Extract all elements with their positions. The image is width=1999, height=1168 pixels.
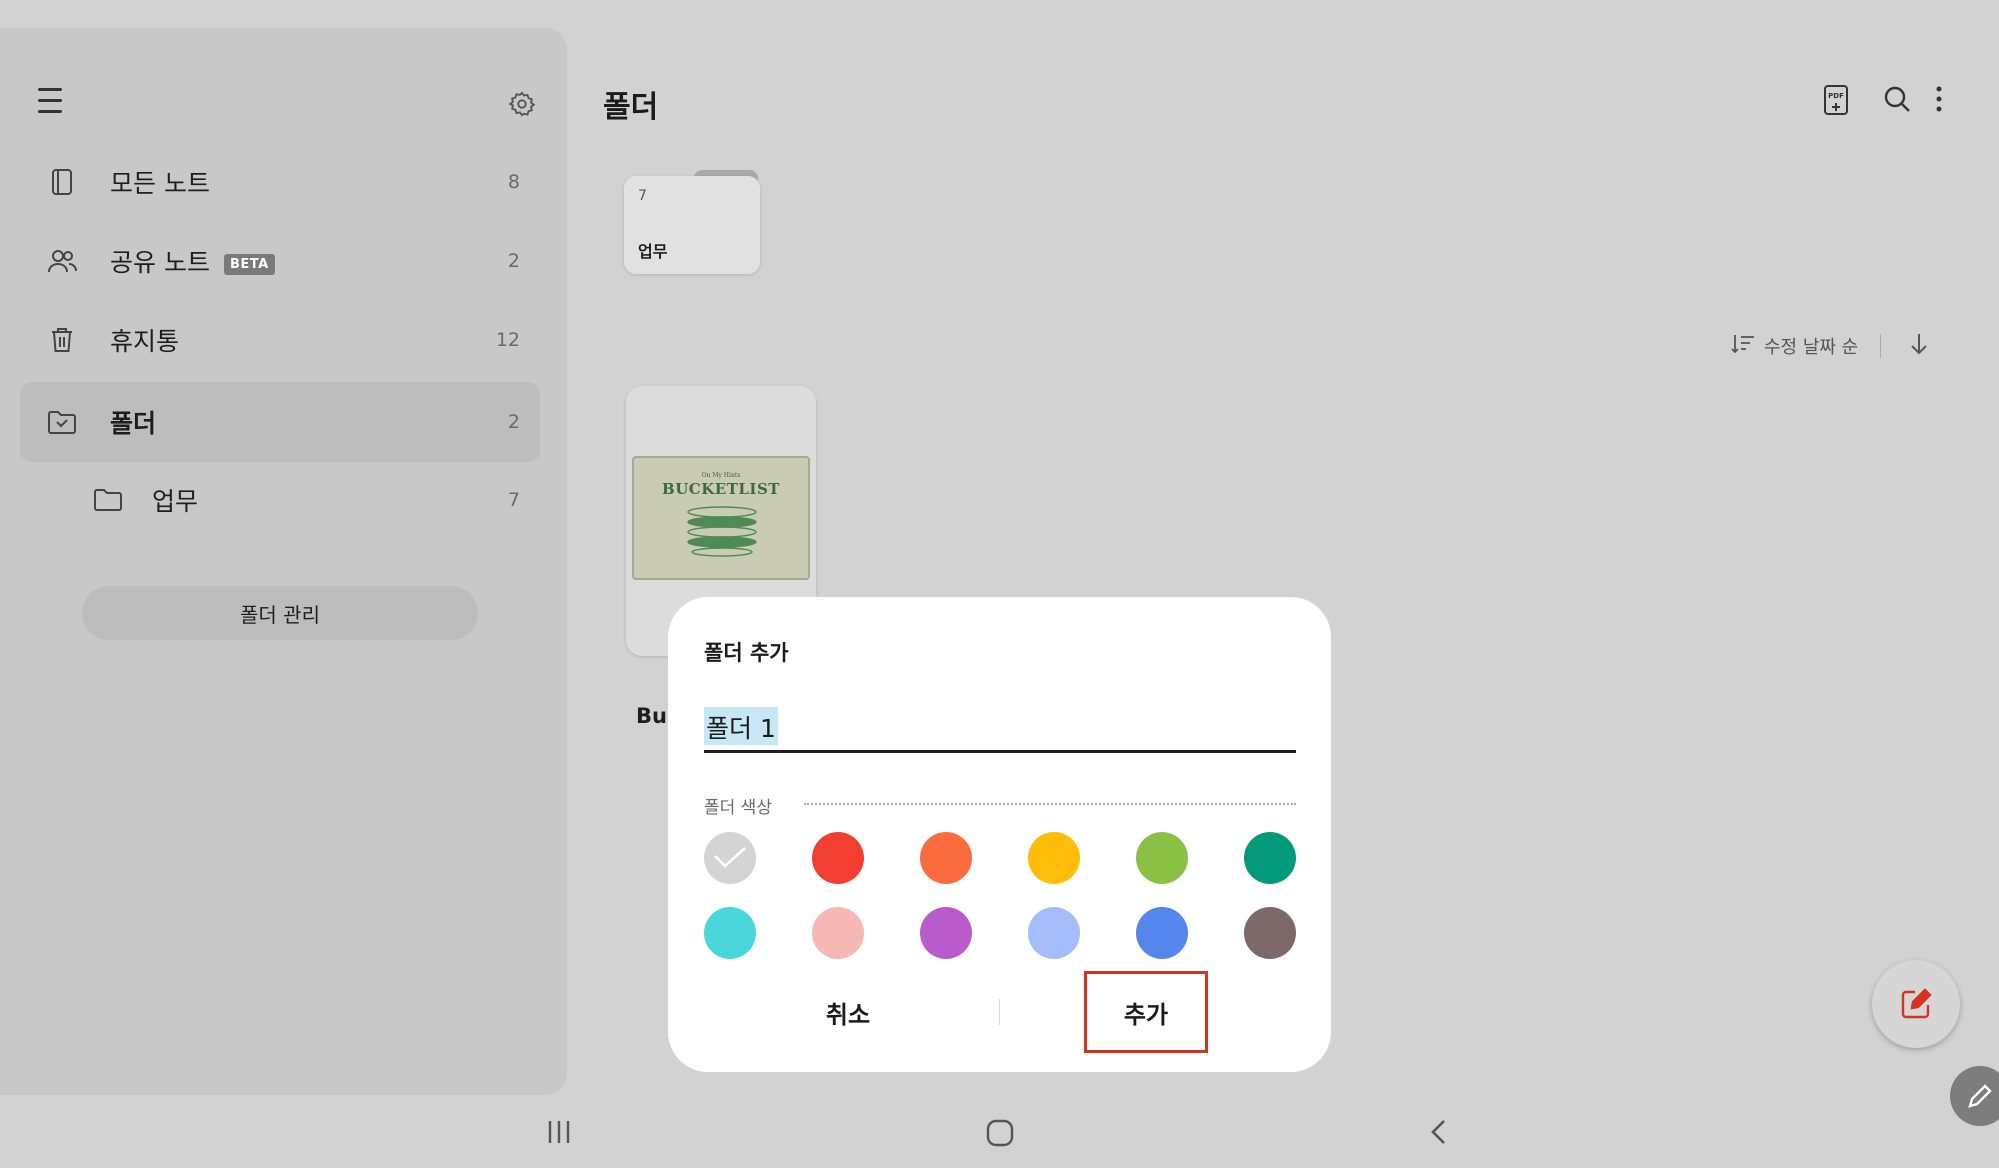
folder-name-value[interactable]: 폴더 1 (704, 707, 778, 745)
color-swatch-cyan[interactable] (704, 907, 756, 959)
folder-color-label: 폴더 색상 (704, 798, 772, 818)
add-folder-dialog: 폴더 추가 폴더 1 폴더 색상 취소 추가 (668, 597, 1331, 1072)
color-swatch-gray[interactable] (704, 832, 756, 884)
folder-name-input[interactable]: 폴더 1 (704, 697, 1296, 753)
sidebar-item-count: 8 (507, 171, 520, 193)
sidebar-item-all-notes[interactable]: 모든 노트 8 (20, 142, 540, 222)
more-options-icon[interactable] (1934, 84, 1954, 118)
svg-text:PDF: PDF (1828, 92, 1844, 100)
back-icon[interactable] (1428, 1118, 1450, 1152)
color-swatch-brown[interactable] (1244, 907, 1296, 959)
sort-icon[interactable] (1730, 333, 1756, 359)
manage-folders-button[interactable]: 폴더 관리 (82, 586, 478, 640)
sidebar-item-trash[interactable]: 휴지통 12 (20, 300, 540, 380)
folder-icon (72, 488, 144, 512)
sidebar-item-count: 2 (507, 250, 520, 272)
sidebar-item-label: 업무 (152, 487, 199, 516)
search-icon[interactable] (1882, 84, 1916, 118)
sidebar-item-label: 모든 노트 (110, 169, 210, 198)
color-swatch-red[interactable] (812, 832, 864, 884)
sidebar-item-count: 12 (495, 329, 520, 351)
dialog-title: 폴더 추가 (704, 641, 789, 665)
sidebar-item-folders[interactable]: 폴더 2 (20, 382, 540, 462)
color-swatch-teal[interactable] (1244, 832, 1296, 884)
cancel-button[interactable]: 취소 (728, 977, 968, 1047)
sidebar-item-label: 휴지통 (110, 327, 180, 356)
note-thumbnail: On My Hints BUCKETLIST (632, 456, 810, 580)
sidebar-item-shared-notes[interactable]: 공유 노트 BETA 2 (20, 221, 540, 301)
gear-icon[interactable] (508, 90, 538, 120)
note-title: Bu (636, 704, 667, 728)
home-icon[interactable] (985, 1118, 1015, 1152)
pdf-add-icon[interactable]: PDF (1822, 84, 1856, 118)
trash-icon (20, 326, 92, 354)
color-swatch-orange[interactable] (920, 832, 972, 884)
sidebar-item-count: 2 (507, 411, 520, 433)
add-button[interactable]: 추가 (1084, 971, 1208, 1053)
color-swatch-yellow[interactable] (1028, 832, 1080, 884)
page-title: 폴더 (603, 90, 659, 125)
folder-card-work[interactable]: 7 업무 (624, 170, 760, 274)
recent-apps-icon[interactable] (546, 1118, 572, 1152)
divider (804, 803, 1296, 805)
sidebar-item-label: 공유 노트 (110, 248, 210, 277)
color-swatch-light-blue[interactable] (1028, 907, 1080, 959)
folder-card-name: 업무 (638, 242, 668, 261)
sort-label[interactable]: 수정 날짜 순 (1764, 333, 1858, 359)
color-swatch-green[interactable] (1136, 832, 1188, 884)
color-swatch-blue[interactable] (1136, 907, 1188, 959)
beta-badge: BETA (223, 253, 275, 275)
pen-icon[interactable] (1950, 1066, 1999, 1126)
color-swatch-pink[interactable] (812, 907, 864, 959)
menu-icon[interactable] (38, 88, 72, 118)
sidebar-item-count: 7 (507, 489, 520, 511)
folder-check-icon (20, 409, 92, 435)
divider (999, 999, 1000, 1025)
new-note-button[interactable] (1872, 960, 1960, 1048)
people-icon (20, 248, 92, 274)
arrow-down-icon[interactable] (1909, 332, 1929, 360)
color-swatch-purple[interactable] (920, 907, 972, 959)
sidebar: 모든 노트 8 공유 노트 BETA 2 휴지통 12 폴더 2 업무 7 폴더 … (0, 28, 567, 1095)
folder-card-count: 7 (638, 188, 647, 204)
notebook-icon (20, 168, 92, 196)
sidebar-subfolder-work[interactable]: 업무 7 (20, 460, 540, 540)
sidebar-item-label: 폴더 (110, 409, 157, 438)
